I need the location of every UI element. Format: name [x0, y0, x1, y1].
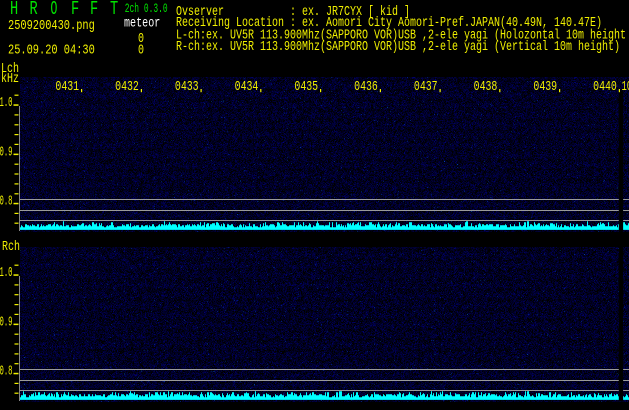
svg-text:0440: 0440 — [593, 80, 617, 95]
svg-text:0434: 0434 — [235, 80, 259, 95]
svg-text:0438: 0438 — [474, 80, 498, 95]
svg-text:R: R — [30, 0, 38, 20]
svg-text:25.09.20 04:30: 25.09.20 04:30 — [8, 44, 95, 59]
svg-text:0: 0 — [138, 44, 144, 59]
svg-text:0433: 0433 — [175, 80, 199, 95]
svg-text:1.0: 1.0 — [0, 266, 13, 281]
svg-text:0.8: 0.8 — [0, 195, 13, 210]
svg-text:meteor: meteor — [124, 17, 160, 32]
svg-text:F: F — [71, 0, 79, 20]
svg-text:Rch: Rch — [2, 240, 20, 255]
svg-text:0435: 0435 — [294, 80, 318, 95]
svg-text:1.0: 1.0 — [0, 96, 13, 111]
svg-text:R-ch:ex. UV5R 113.900Mhz(SAPPO: R-ch:ex. UV5R 113.900Mhz(SAPPORO VOR)USB… — [176, 40, 620, 55]
svg-text:H: H — [10, 0, 18, 20]
svg-text:F: F — [90, 0, 98, 20]
svg-text:kHz: kHz — [1, 72, 19, 87]
svg-text:0436: 0436 — [354, 80, 378, 95]
svg-text:2509200430.png: 2509200430.png — [8, 19, 95, 34]
svg-text:0439: 0439 — [533, 80, 557, 95]
svg-text:0.9: 0.9 — [0, 145, 13, 160]
svg-text:0437: 0437 — [414, 80, 438, 95]
svg-text:T: T — [110, 0, 118, 20]
svg-text:10: 10 — [622, 80, 629, 95]
svg-text:0431: 0431 — [55, 80, 79, 95]
svg-text:2ch 0.3.0: 2ch 0.3.0 — [125, 1, 168, 16]
svg-text:0.8: 0.8 — [0, 365, 13, 380]
svg-text:O: O — [51, 0, 58, 20]
svg-text:0432: 0432 — [115, 80, 139, 95]
svg-text:0.9: 0.9 — [0, 315, 13, 330]
